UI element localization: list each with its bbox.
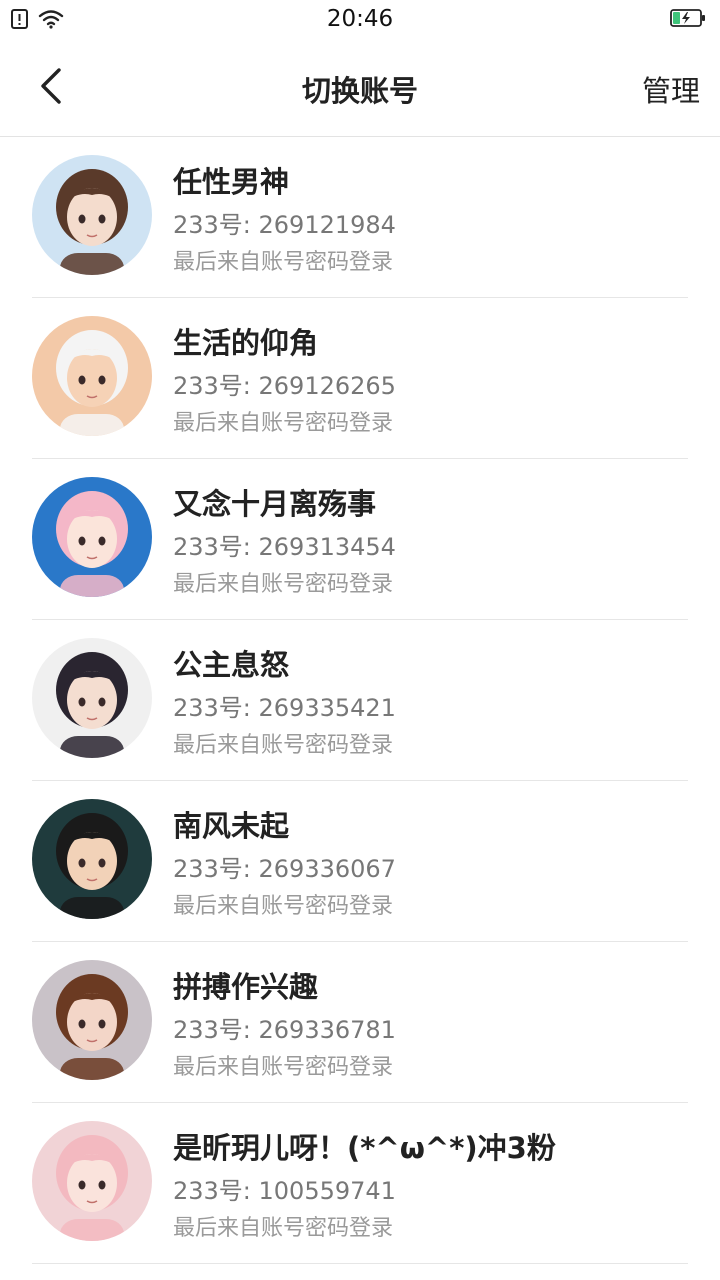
account-item[interactable]: 公主息怒 233号: 269335421 最后来自账号密码登录 — [0, 620, 720, 781]
account-item[interactable]: 任性男神 233号: 269121984 最后来自账号密码登录 — [0, 137, 720, 298]
account-id: 233号: 269121984 — [173, 211, 396, 239]
account-login-source: 最后来自账号密码登录 — [173, 1055, 394, 1080]
account-id: 233号: 269335421 — [173, 694, 396, 722]
account-list: 任性男神 233号: 269121984 最后来自账号密码登录 生活的仰角 23… — [0, 137, 720, 1264]
back-button[interactable] — [26, 66, 76, 110]
status-bar: 20:46 — [0, 0, 720, 40]
avatar — [32, 1121, 152, 1241]
status-time: 20:46 — [326, 6, 394, 32]
account-name: 生活的仰角 — [173, 326, 319, 360]
account-login-source: 最后来自账号密码登录 — [173, 733, 394, 758]
account-item[interactable]: 拼搏作兴趣 233号: 269336781 最后来自账号密码登录 — [0, 942, 720, 1103]
avatar — [32, 155, 152, 275]
account-login-source: 最后来自账号密码登录 — [173, 250, 394, 275]
battery-charging-icon — [670, 9, 706, 27]
manage-button[interactable]: 管理 — [642, 68, 700, 110]
account-name: 是昕玥儿呀！(*^ω^*)冲3粉 — [173, 1131, 556, 1165]
account-item[interactable]: 南风未起 233号: 269336067 最后来自账号密码登录 — [0, 781, 720, 942]
account-name: 又念十月离殇事 — [173, 487, 377, 521]
chevron-left-icon — [39, 68, 63, 108]
account-name: 任性男神 — [173, 165, 290, 199]
avatar — [32, 960, 152, 1080]
avatar — [32, 477, 152, 597]
account-id: 233号: 100559741 — [173, 1177, 396, 1205]
account-name: 拼搏作兴趣 — [173, 970, 319, 1004]
account-login-source: 最后来自账号密码登录 — [173, 1216, 394, 1241]
account-id: 233号: 269313454 — [173, 533, 396, 561]
account-login-source: 最后来自账号密码登录 — [173, 894, 394, 919]
avatar — [32, 638, 152, 758]
account-id: 233号: 269336781 — [173, 1016, 396, 1044]
nav-bar: 切换账号 管理 — [0, 40, 720, 137]
account-id: 233号: 269126265 — [173, 372, 396, 400]
account-item[interactable]: 是昕玥儿呀！(*^ω^*)冲3粉 233号: 100559741 最后来自账号密… — [0, 1103, 720, 1264]
account-login-source: 最后来自账号密码登录 — [173, 411, 394, 436]
avatar — [32, 316, 152, 436]
page-title: 切换账号 — [301, 74, 418, 108]
account-login-source: 最后来自账号密码登录 — [173, 572, 394, 597]
account-id: 233号: 269336067 — [173, 855, 396, 883]
account-name: 南风未起 — [173, 809, 290, 843]
account-item[interactable]: 又念十月离殇事 233号: 269313454 最后来自账号密码登录 — [0, 459, 720, 620]
avatar — [32, 799, 152, 919]
account-item[interactable]: 生活的仰角 233号: 269126265 最后来自账号密码登录 — [0, 298, 720, 459]
account-name: 公主息怒 — [173, 648, 290, 682]
